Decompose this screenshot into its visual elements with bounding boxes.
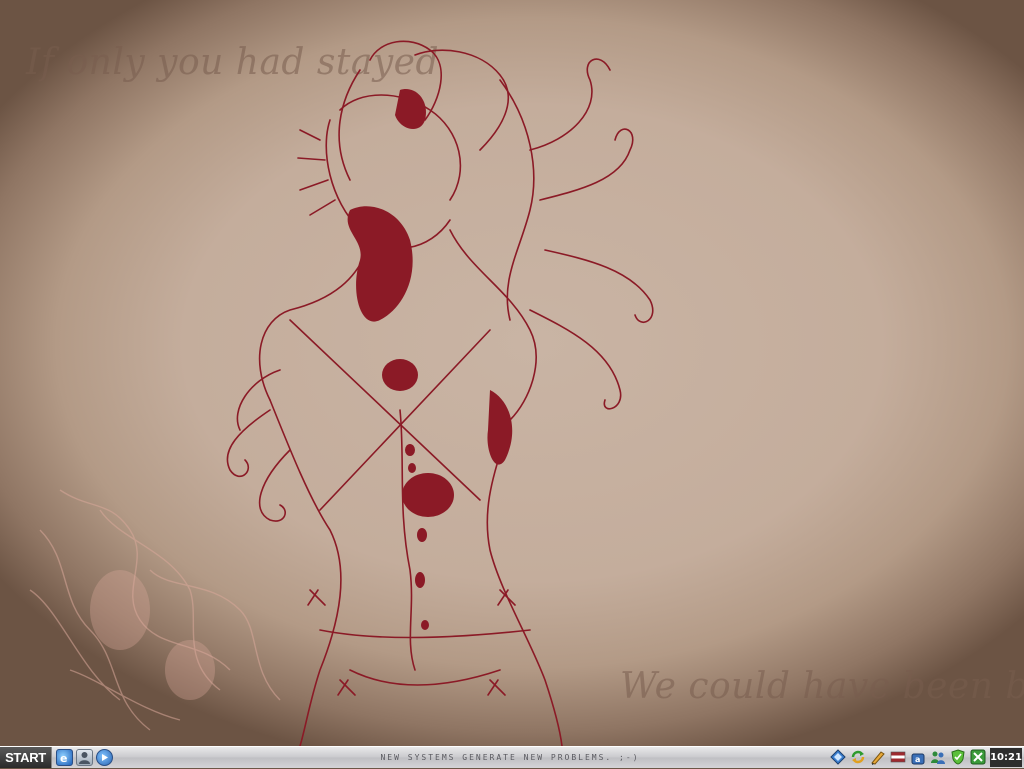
wallpaper-sketch-figure <box>226 40 654 746</box>
security-shield-icon[interactable] <box>950 749 966 765</box>
user-icon[interactable] <box>76 749 93 766</box>
desktop: If only you had stayed We could have bee… <box>0 0 1024 746</box>
green-x-icon[interactable] <box>970 749 986 765</box>
flag-icon[interactable] <box>890 749 906 765</box>
refresh-arrows-icon[interactable] <box>850 749 866 765</box>
network-diamond-icon[interactable] <box>830 749 846 765</box>
taskbar-ticker: NEW SYSTEMS GENERATE NEW PROBLEMS. ;-) <box>380 753 640 762</box>
taskbar: START e NEW SYSTEMS GENERATE NEW PROBLEM… <box>0 746 1024 768</box>
wallpaper-text-bottom: We could have been beautiful <box>620 666 1024 707</box>
pen-tool-icon[interactable] <box>870 749 886 765</box>
people-icon[interactable] <box>930 749 946 765</box>
system-clock[interactable]: 10:21 <box>990 748 1022 767</box>
svg-text:a: a <box>915 755 920 764</box>
start-button[interactable]: START <box>0 747 52 768</box>
internet-explorer-icon[interactable]: e <box>56 749 73 766</box>
bag-icon[interactable]: a <box>910 749 926 765</box>
media-player-icon[interactable] <box>96 749 113 766</box>
svg-text:e: e <box>60 752 67 765</box>
